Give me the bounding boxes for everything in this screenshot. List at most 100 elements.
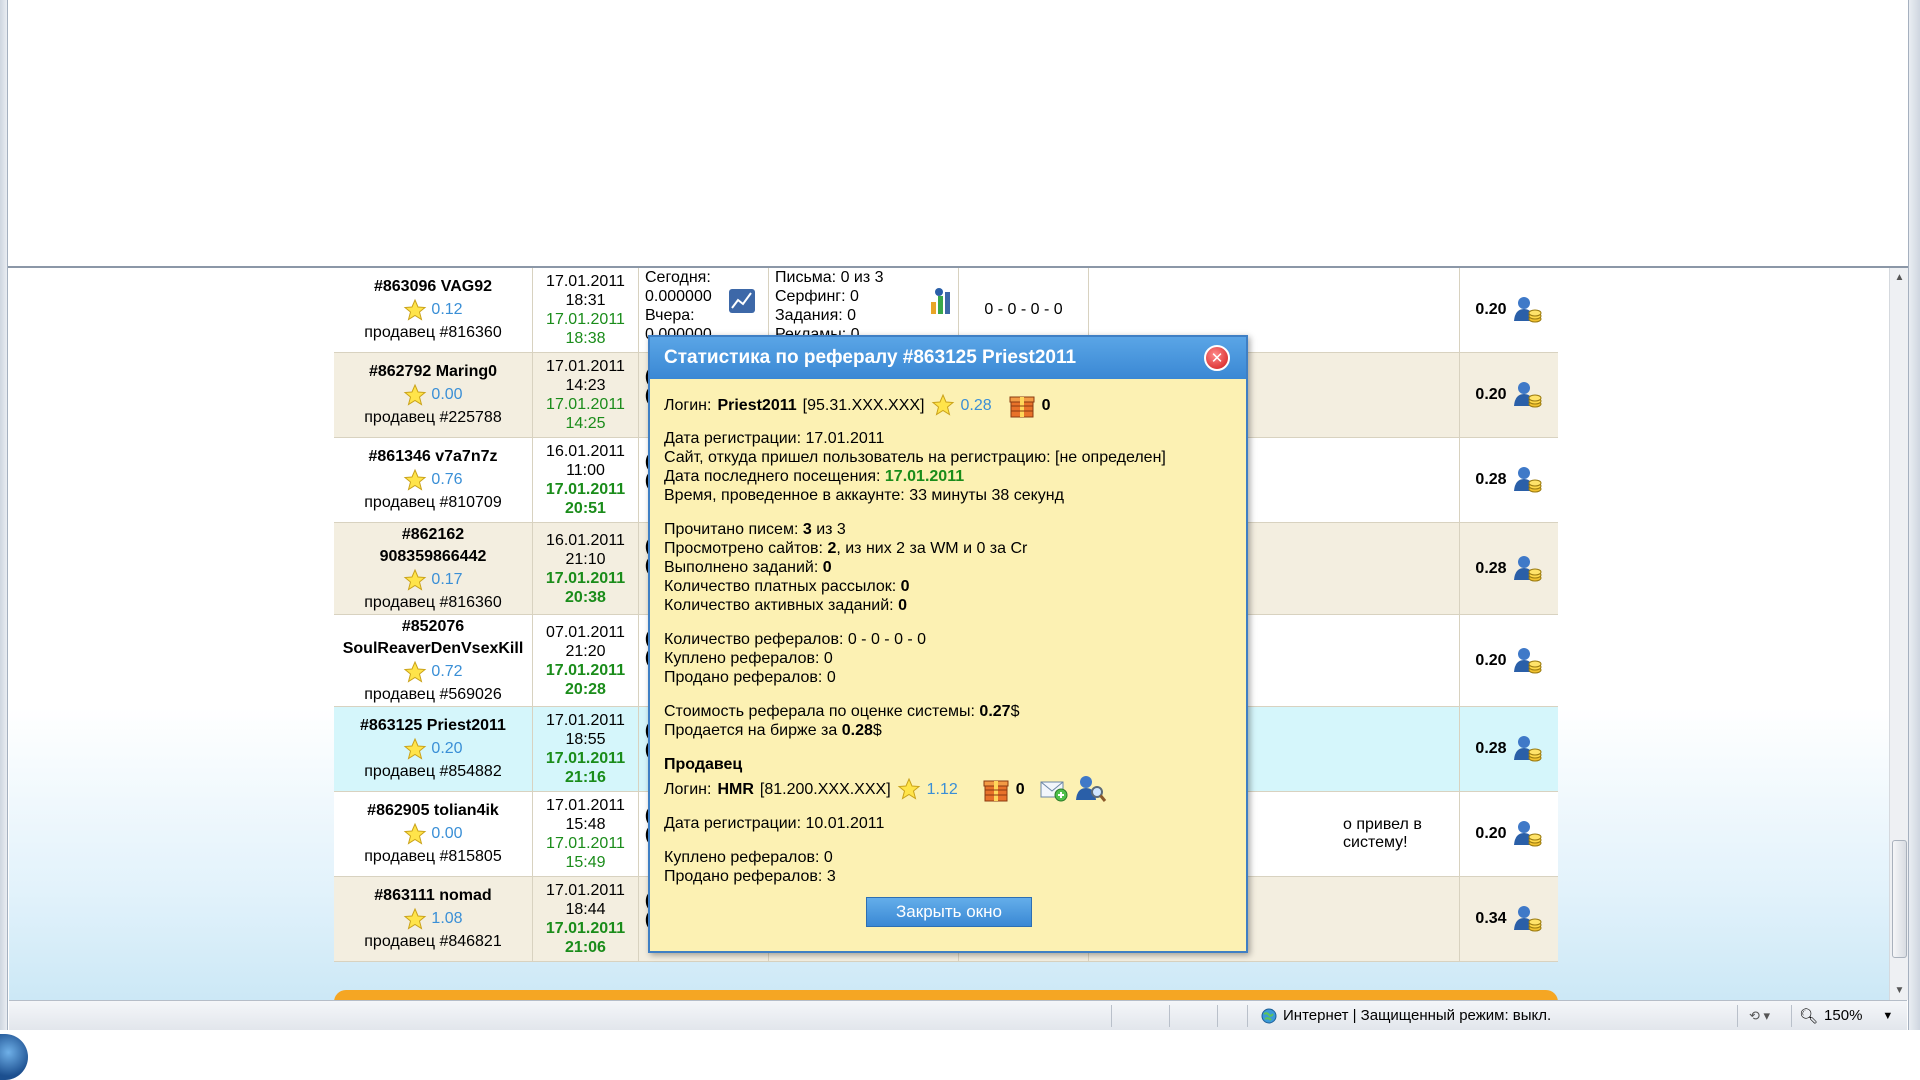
close-icon[interactable]: ✕ [1204, 345, 1230, 371]
referral-user-cell: #863111 nomad 1.08 продавец #846821 [334, 877, 533, 961]
scroll-up-arrow-icon[interactable]: ▲ [1890, 268, 1909, 287]
referral-id[interactable]: #852076 [402, 616, 464, 638]
referral-price: 0.28 [1475, 559, 1507, 577]
referral-id[interactable]: #862792 Maring0 [369, 361, 497, 383]
seller-id: продавец #225788 [364, 409, 502, 426]
referral-login: Priest2011 [717, 396, 797, 414]
modal-header: Статистика по рефералу #863125 Priest201… [650, 337, 1246, 379]
referral-rating: 0.76 [403, 468, 463, 492]
buy-referral-icon[interactable] [1513, 380, 1543, 410]
scroll-down-arrow-icon[interactable]: ▼ [1890, 981, 1909, 1000]
reg-date: 17.01.2011 [546, 358, 625, 375]
last-date: 17.01.2011 [545, 661, 626, 679]
dates-cell: 16.01.2011 11:00 17.01.2011 20:51 [533, 438, 639, 522]
star-icon [931, 393, 954, 416]
zoom-control[interactable]: 🔍︎ 150% ▼ [1799, 1007, 1893, 1025]
magnifier-icon: 🔍︎ [1799, 1007, 1819, 1025]
price-cell: 0.20 [1460, 615, 1558, 706]
active-tasks: Количество активных заданий: 0 [664, 597, 907, 614]
price-cell: 0.20 [1460, 792, 1558, 876]
dates-cell: 17.01.2011 14:23 17.01.2011 14:25 [533, 353, 639, 437]
referral-id[interactable]: #863096 VAG92 [374, 276, 492, 298]
system-value: Стоимость реферала по оценке системы: 0.… [664, 703, 1020, 720]
login-label: Логин: [664, 396, 712, 414]
reg-date: 16.01.2011 [546, 531, 625, 549]
page-blank-area [0, 0, 1920, 268]
last-time: 18:38 [565, 330, 606, 347]
dates-cell: 17.01.2011 18:44 17.01.2011 21:06 [533, 877, 639, 961]
desktop-strip [0, 1030, 1920, 1080]
protected-mode-icon[interactable]: ⟲ ▾ [1749, 1008, 1770, 1024]
price-cell: 0.34 [1460, 877, 1558, 961]
reg-time: 21:10 [565, 550, 606, 568]
status-separator [1217, 1005, 1218, 1027]
last-time: 14:25 [565, 415, 606, 432]
referral-rating: 0.72 [403, 660, 463, 684]
referral-rating: 0.12 [403, 298, 463, 322]
referral-rating: 0.28 [960, 396, 992, 414]
price-cell: 0.20 [1460, 353, 1558, 437]
last-date: 17.01.2011 [545, 750, 626, 767]
dates-cell: 17.01.2011 15:48 17.01.2011 15:49 [533, 792, 639, 876]
referral-price: 0.34 [1475, 910, 1507, 927]
dates-cell: 17.01.2011 18:31 17.01.2011 18:38 [533, 268, 639, 352]
referral-id[interactable]: #862162 [402, 524, 464, 546]
buy-referral-icon[interactable] [1513, 554, 1543, 584]
referral-price: 0.20 [1475, 301, 1507, 318]
referrals-count: Количество рефералов: 0 - 0 - 0 - 0 [664, 631, 927, 648]
seller-id: продавец #815805 [364, 848, 502, 865]
referral-rating: 0.00 [403, 822, 463, 846]
referral-login-row: Логин: Priest2011 [95.31.XXX.XXX] 0.28 0 [664, 391, 1232, 419]
exchange-price: Продается на бирже за 0.28$ [664, 722, 882, 739]
buy-referral-icon[interactable] [1513, 295, 1543, 325]
reg-time: 18:31 [565, 292, 606, 309]
reg-time: 11:00 [566, 462, 605, 479]
last-time: 21:06 [565, 939, 606, 956]
star-icon [404, 468, 427, 491]
buy-referral-icon[interactable] [1513, 904, 1543, 934]
referral-name[interactable]: SoulReaverDenVsexKill [343, 638, 524, 660]
chevron-down-icon: ▼ [1882, 1009, 1894, 1022]
last-time: 20:28 [565, 680, 606, 698]
referral-id[interactable]: #862905 tolian4ik [367, 800, 499, 822]
sold-referrals: Продано рефералов: 0 [664, 669, 836, 686]
star-icon [404, 568, 427, 591]
referral-id[interactable]: #863125 Priest2011 [360, 715, 506, 737]
buy-referral-icon[interactable] [1513, 465, 1543, 495]
reg-time: 18:44 [565, 901, 606, 918]
referral-price: 0.28 [1475, 471, 1507, 488]
reg-date: Дата регистрации: 17.01.2011 [664, 430, 885, 447]
seller-rating: 1.12 [926, 780, 958, 798]
referral-id[interactable]: #863111 nomad [374, 885, 491, 907]
reg-time: 21:20 [565, 642, 606, 660]
close-window-button[interactable]: Закрыть окно [866, 897, 1032, 927]
last-time: 21:16 [565, 769, 606, 786]
tasks-done: Выполнено заданий: 0 [664, 559, 832, 576]
buy-referral-icon[interactable] [1513, 734, 1543, 764]
price-cell: 0.28 [1460, 707, 1558, 791]
star-icon [404, 383, 427, 406]
income-chart-icon[interactable] [727, 286, 757, 316]
security-zone[interactable]: Интернет | Защищенный режим: выкл. [1261, 1007, 1551, 1024]
referral-name[interactable]: 908359866442 [380, 546, 487, 568]
last-date: 17.01.2011 [546, 835, 625, 852]
modal-body: Логин: Priest2011 [95.31.XXX.XXX] 0.28 0… [650, 379, 1246, 896]
referral-ip: [95.31.XXX.XXX] [802, 396, 925, 414]
activity-stats-icon[interactable] [927, 286, 957, 316]
scrollbar-thumb[interactable] [1892, 840, 1907, 958]
buy-referral-icon[interactable] [1513, 646, 1543, 676]
seller-id: продавец #854882 [364, 763, 502, 780]
seller-gifts: 0 [1015, 780, 1025, 798]
vertical-scrollbar[interactable]: ▲ ▼ [1889, 268, 1908, 1000]
buy-referral-icon[interactable] [1513, 819, 1543, 849]
seller-sold: Продано рефералов: 3 [664, 868, 836, 885]
send-message-icon[interactable] [1039, 775, 1069, 803]
seller-login-label: Логин: [664, 780, 712, 798]
star-icon [404, 737, 427, 760]
reg-time: 15:48 [565, 816, 606, 833]
referral-id[interactable]: #861346 v7a7n7z [369, 446, 498, 468]
status-separator [1247, 1005, 1248, 1027]
status-separator [1169, 1005, 1170, 1027]
user-search-icon[interactable] [1075, 774, 1107, 804]
seller-bought: Куплено рефералов: 0 [664, 849, 833, 866]
